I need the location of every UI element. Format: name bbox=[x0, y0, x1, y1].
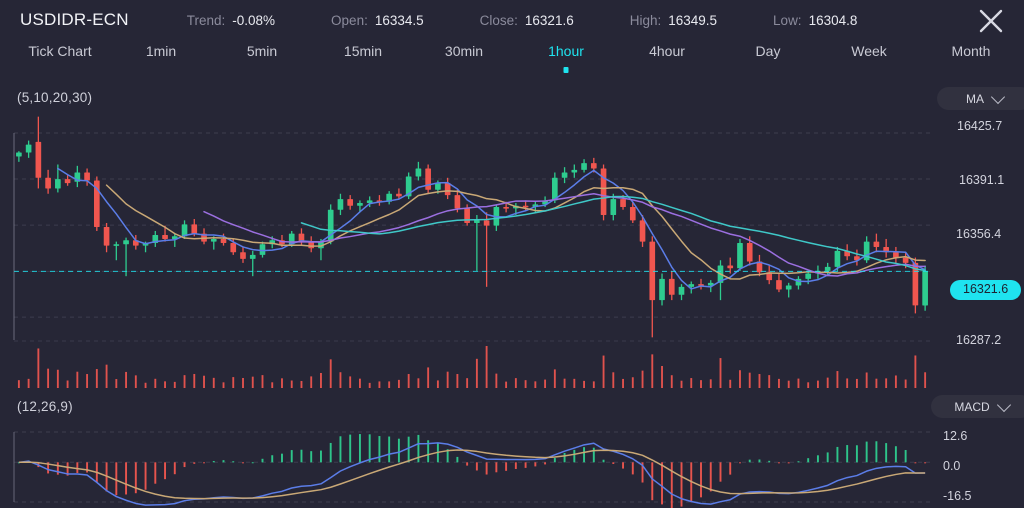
ma-indicator-dropdown[interactable]: MA bbox=[937, 87, 1024, 110]
macd-params-label: (12,26,9) bbox=[17, 399, 73, 414]
chevron-down-icon bbox=[991, 89, 1005, 103]
tab-1min[interactable]: 1min bbox=[146, 43, 176, 59]
tab-week[interactable]: Week bbox=[851, 43, 887, 59]
stat-low-value: 16304.8 bbox=[809, 13, 858, 28]
price-axis-label-2: 16356.4 bbox=[956, 227, 1001, 241]
macd-dropdown-label: MACD bbox=[954, 400, 989, 414]
tab-tick-chart[interactable]: Tick Chart bbox=[28, 43, 91, 59]
stat-high: High: 16349.5 bbox=[630, 13, 717, 28]
stat-high-label: High: bbox=[630, 13, 662, 28]
quote-stats: Trend: -0.08% Open: 16334.5 Close: 16321… bbox=[187, 13, 1024, 28]
tab-day[interactable]: Day bbox=[756, 43, 781, 59]
timeframe-tabs: Tick Chart 1min 5min 15min 30min 1hour 4… bbox=[0, 43, 1024, 79]
stat-open-label: Open: bbox=[331, 13, 368, 28]
stat-open: Open: 16334.5 bbox=[331, 13, 424, 28]
volume-chart-panel bbox=[0, 340, 940, 390]
tab-month[interactable]: Month bbox=[952, 43, 991, 59]
macd-axis-label-max: 12.6 bbox=[943, 429, 967, 443]
price-axis-label-3: 16287.2 bbox=[956, 333, 1001, 347]
ma-dropdown-label: MA bbox=[966, 92, 984, 106]
stat-low-label: Low: bbox=[773, 13, 802, 28]
tab-4hour[interactable]: 4hour bbox=[649, 43, 685, 59]
stat-low: Low: 16304.8 bbox=[773, 13, 857, 28]
price-axis-label-0: 16425.7 bbox=[957, 119, 1002, 133]
stat-trend-value: -0.08% bbox=[232, 13, 275, 28]
active-tab-indicator bbox=[564, 67, 569, 73]
stat-close-value: 16321.6 bbox=[525, 13, 574, 28]
close-icon[interactable] bbox=[974, 4, 1008, 36]
stat-trend: Trend: -0.08% bbox=[187, 13, 275, 28]
symbol-title: USDIDR-ECN bbox=[20, 10, 129, 30]
price-axis-label-1: 16391.1 bbox=[959, 173, 1004, 187]
macd-axis-label-zero: 0.0 bbox=[943, 459, 960, 473]
chevron-down-icon bbox=[997, 397, 1011, 411]
stat-close: Close: 16321.6 bbox=[480, 13, 574, 28]
tab-5min[interactable]: 5min bbox=[247, 43, 277, 59]
macd-axis-label-min: -16.5 bbox=[943, 489, 972, 503]
tab-15min[interactable]: 15min bbox=[344, 43, 382, 59]
stat-close-label: Close: bbox=[480, 13, 518, 28]
stat-high-value: 16349.5 bbox=[668, 13, 717, 28]
macd-indicator-dropdown[interactable]: MACD bbox=[931, 395, 1024, 418]
stat-trend-label: Trend: bbox=[187, 13, 226, 28]
ma-params-label: (5,10,20,30) bbox=[17, 90, 92, 105]
stat-open-value: 16334.5 bbox=[375, 13, 424, 28]
trading-chart-app: USDIDR-ECN Trend: -0.08% Open: 16334.5 C… bbox=[0, 0, 1024, 508]
macd-chart-panel[interactable] bbox=[0, 428, 940, 508]
tab-30min[interactable]: 30min bbox=[445, 43, 483, 59]
current-price-badge: 16321.6 bbox=[950, 280, 1021, 300]
price-chart-panel[interactable] bbox=[0, 110, 940, 340]
chart-header: USDIDR-ECN Trend: -0.08% Open: 16334.5 C… bbox=[0, 0, 1024, 40]
tab-1hour[interactable]: 1hour bbox=[548, 43, 584, 59]
